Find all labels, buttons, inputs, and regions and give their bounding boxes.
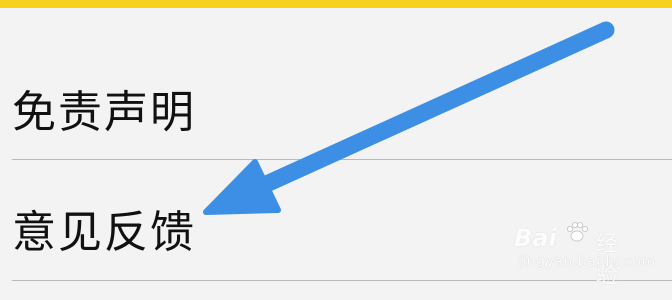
menu-item-disclaimer[interactable]: 免责声明 (0, 40, 672, 160)
screen: 免责声明 意见反馈 Bai 经验 jingyan.baidu.com (0, 0, 672, 300)
watermark-url: jingyan.baidu.com (518, 254, 656, 270)
watermark-brand: Bai (514, 224, 557, 252)
paw-icon (567, 222, 588, 242)
menu-item-label: 意见反馈 (12, 207, 196, 258)
menu-item-label: 免责声明 (12, 87, 196, 138)
top-accent-bar (0, 0, 672, 8)
watermark: Bai 经验 jingyan.baidu.com (514, 222, 655, 289)
divider (12, 280, 672, 281)
